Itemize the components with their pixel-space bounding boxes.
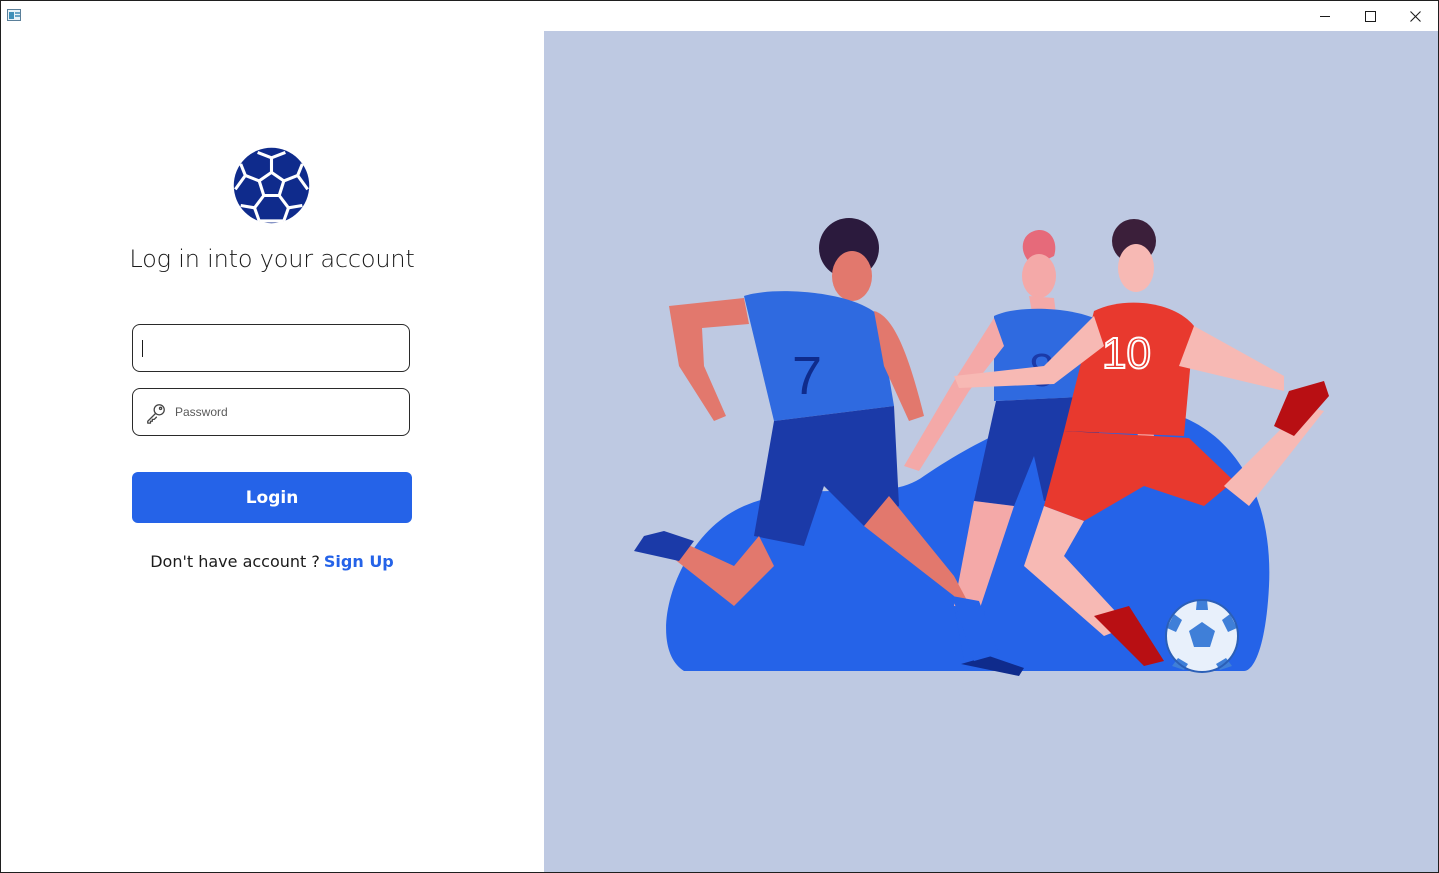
close-icon (1409, 10, 1421, 22)
soccer-players-illustration: 8 7 (634, 218, 1329, 676)
maximize-button[interactable] (1347, 1, 1393, 31)
app-window-icon (7, 9, 21, 21)
app-window: Log in into your account Login Don't hav… (0, 0, 1439, 873)
key-icon (147, 404, 165, 424)
jersey-number-10: 10 (1102, 329, 1151, 378)
close-button[interactable] (1392, 1, 1438, 31)
minimize-icon (1320, 16, 1330, 17)
minimize-button[interactable] (1302, 1, 1348, 31)
signup-link[interactable]: Sign Up (324, 552, 394, 571)
soccer-ball-icon (233, 147, 310, 224)
username-input[interactable] (145, 325, 400, 371)
jersey-number-7: 7 (792, 346, 822, 406)
soccer-ball (1165, 599, 1239, 673)
password-field[interactable] (132, 388, 410, 436)
login-button[interactable]: Login (132, 472, 412, 523)
password-input[interactable] (175, 389, 395, 435)
signup-row: Don't have account ? Sign Up (1, 552, 543, 571)
maximize-icon (1364, 10, 1376, 22)
username-field[interactable] (132, 324, 410, 372)
page-title: Log in into your account (129, 245, 415, 273)
title-bar[interactable] (1, 1, 1438, 31)
illustration-panel: 8 7 (544, 31, 1438, 872)
text-caret (142, 340, 143, 357)
signup-prompt: Don't have account ? (150, 552, 320, 571)
login-panel: Log in into your account Login Don't hav… (1, 31, 543, 872)
